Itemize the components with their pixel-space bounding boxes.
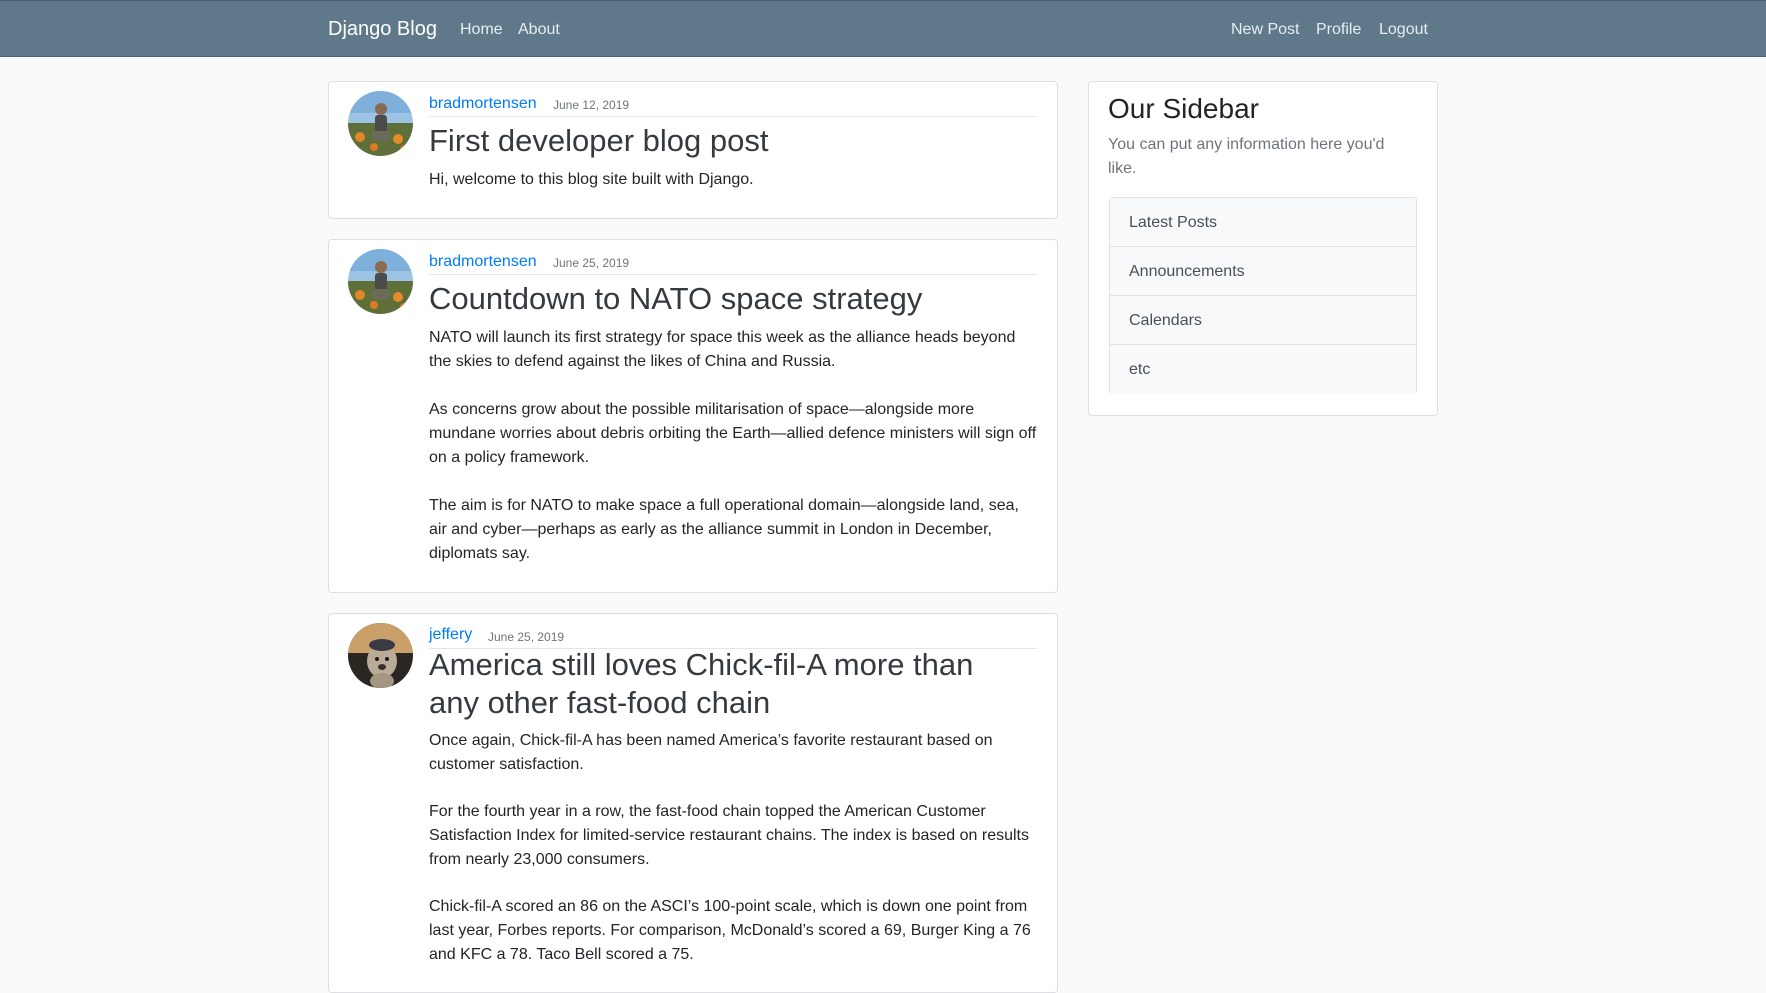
nav-link-home[interactable]: Home (460, 20, 503, 40)
post-author-link[interactable]: jeffery (429, 625, 472, 645)
author-avatar[interactable] (348, 623, 413, 688)
sidebar-title: Our Sidebar (1108, 93, 1259, 124)
top-navbar: Django Blog Home About New Post Profile … (0, 0, 1766, 57)
sidebar-item-etc[interactable]: etc (1110, 345, 1416, 394)
post-date: June 12, 2019 (553, 98, 630, 112)
post-paragraph: Chick-fil-A scored an 86 on the ASCI’s 1… (429, 898, 1031, 963)
sidebar-item-calendars[interactable]: Calendars (1110, 296, 1416, 345)
brand-link[interactable]: Django Blog (328, 18, 437, 40)
sidebar-item-announcements[interactable]: Announcements (1110, 247, 1416, 296)
post-paragraph: As concerns grow about the possible mili… (429, 401, 1037, 466)
post-date: June 25, 2019 (488, 630, 565, 644)
post-author-link[interactable]: bradmortensen (429, 94, 537, 114)
post-author-link[interactable]: bradmortensen (429, 252, 537, 272)
post-meta-divider (429, 274, 1037, 275)
post-paragraph: For the fourth year in a row, the fast-f… (429, 803, 1029, 868)
post-paragraph: Once again, Chick-fil-A has been named A… (429, 732, 993, 773)
post-title-link[interactable]: America still loves Chick-fil-A more tha… (429, 646, 1029, 722)
author-avatar[interactable] (348, 91, 413, 156)
nav-link-about[interactable]: About (518, 20, 560, 40)
user-avatar-icon (348, 91, 413, 156)
sidebar-description: You can put any information here you'd l… (1108, 136, 1385, 177)
post-paragraph: The aim is for NATO to make space a full… (429, 497, 1019, 562)
post-title-link[interactable]: First developer blog post (429, 122, 1039, 160)
post-meta-divider (429, 116, 1037, 117)
nav-link-new-post[interactable]: New Post (1231, 20, 1299, 40)
post-paragraph: NATO will launch its first strategy for … (429, 329, 1016, 370)
post-date: June 25, 2019 (553, 256, 630, 270)
user-avatar-icon (348, 623, 413, 688)
user-avatar-icon (348, 249, 413, 314)
sidebar-list: Latest Posts Announcements Calendars etc (1109, 197, 1417, 394)
post-paragraph: Hi, welcome to this blog site built with… (429, 171, 754, 188)
sidebar-item-latest-posts[interactable]: Latest Posts (1110, 198, 1416, 247)
nav-link-logout[interactable]: Logout (1379, 20, 1428, 40)
author-avatar[interactable] (348, 249, 413, 314)
post-title-link[interactable]: Countdown to NATO space strategy (429, 280, 1039, 318)
nav-link-profile[interactable]: Profile (1316, 20, 1361, 40)
